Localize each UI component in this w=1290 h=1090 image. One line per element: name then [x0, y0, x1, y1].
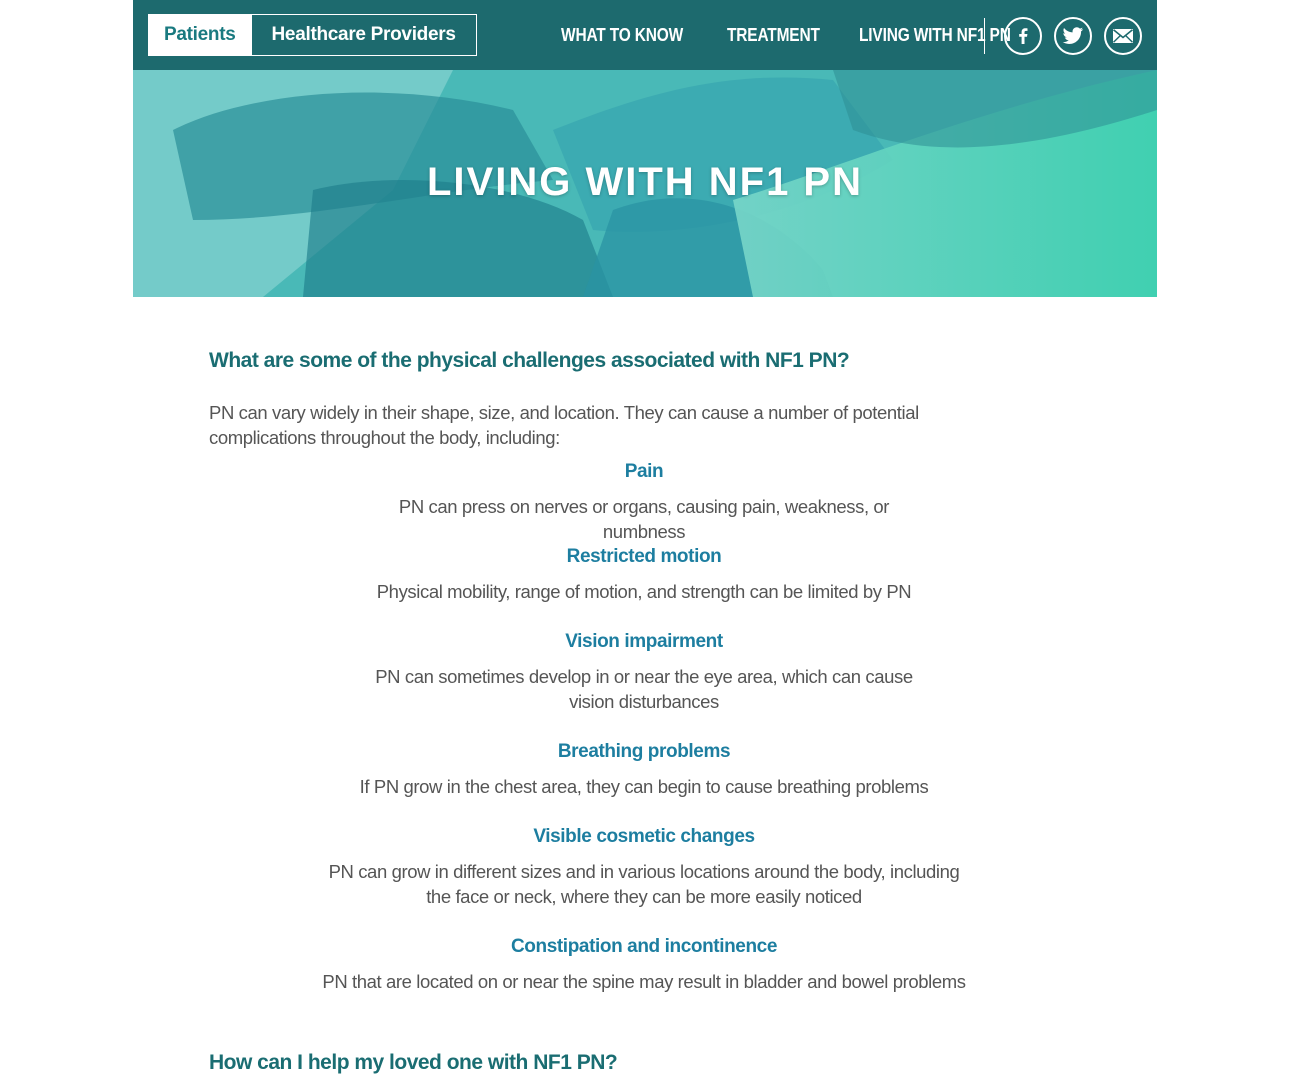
main-nav: WHAT TO KNOW TREATMENT LIVING WITH NF1 P… [561, 0, 1035, 70]
patients-tab[interactable]: Patients [149, 15, 252, 55]
challenge-item-pain: Pain PN can press on nerves or organs, c… [209, 459, 1079, 544]
challenge-item-restricted-motion: Restricted motion Physical mobility, ran… [209, 544, 1079, 604]
site-header: Patients Healthcare Providers WHAT TO KN… [133, 0, 1157, 70]
intro-paragraph: PN can vary widely in their shape, size,… [209, 402, 919, 448]
email-icon [1112, 29, 1134, 43]
challenge-item-vision-impairment: Vision impairment PN can sometimes devel… [209, 629, 1079, 714]
challenge-description: If PN grow in the chest area, they can b… [359, 776, 929, 797]
challenge-title: Vision impairment [565, 631, 723, 652]
nav-what-to-know[interactable]: WHAT TO KNOW [561, 25, 683, 46]
nav-treatment[interactable]: TREATMENT [727, 25, 820, 46]
facebook-icon [1019, 28, 1028, 44]
challenge-title: Breathing problems [557, 741, 731, 762]
site-container: Patients Healthcare Providers WHAT TO KN… [133, 0, 1157, 297]
challenge-description: PN can press on nerves or organs, causin… [398, 496, 890, 542]
challenge-title: Visible cosmetic changes [533, 826, 755, 847]
challenge-description: Physical mobility, range of motion, and … [376, 581, 912, 602]
nav-living-with-nf1-pn[interactable]: LIVING WITH NF1 PN [859, 25, 1011, 46]
challenge-description: PN can sometimes develop in or near the … [375, 666, 913, 712]
nav-divider [984, 18, 985, 54]
challenge-title: Constipation and incontinence [510, 936, 777, 957]
twitter-button[interactable] [1054, 17, 1092, 55]
facebook-button[interactable] [1004, 17, 1042, 55]
twitter-icon [1062, 27, 1084, 44]
audience-toggle: Patients Healthcare Providers [148, 14, 477, 56]
section-heading-physical-challenges: What are some of the physical challenges… [209, 349, 850, 372]
hero-banner: LIVING WITH NF1 PN [133, 70, 1157, 297]
challenge-title: Pain [624, 461, 664, 482]
challenge-description: PN can grow in different sizes and in va… [328, 861, 960, 907]
hero-title: LIVING WITH NF1 PN [427, 160, 863, 204]
social-links [1004, 17, 1142, 55]
challenge-item-constipation-incontinence: Constipation and incontinence PN that ar… [209, 934, 1079, 994]
section-heading-help-loved-one: How can I help my loved one with NF1 PN? [209, 1051, 618, 1074]
challenge-item-visible-cosmetic-changes: Visible cosmetic changes PN can grow in … [209, 824, 1079, 909]
challenge-description: PN that are located on or near the spine… [322, 971, 966, 992]
challenge-title: Restricted motion [566, 546, 722, 567]
challenge-item-breathing-problems: Breathing problems If PN grow in the che… [209, 739, 1079, 799]
email-button[interactable] [1104, 17, 1142, 55]
healthcare-providers-tab[interactable]: Healthcare Providers [252, 15, 476, 55]
